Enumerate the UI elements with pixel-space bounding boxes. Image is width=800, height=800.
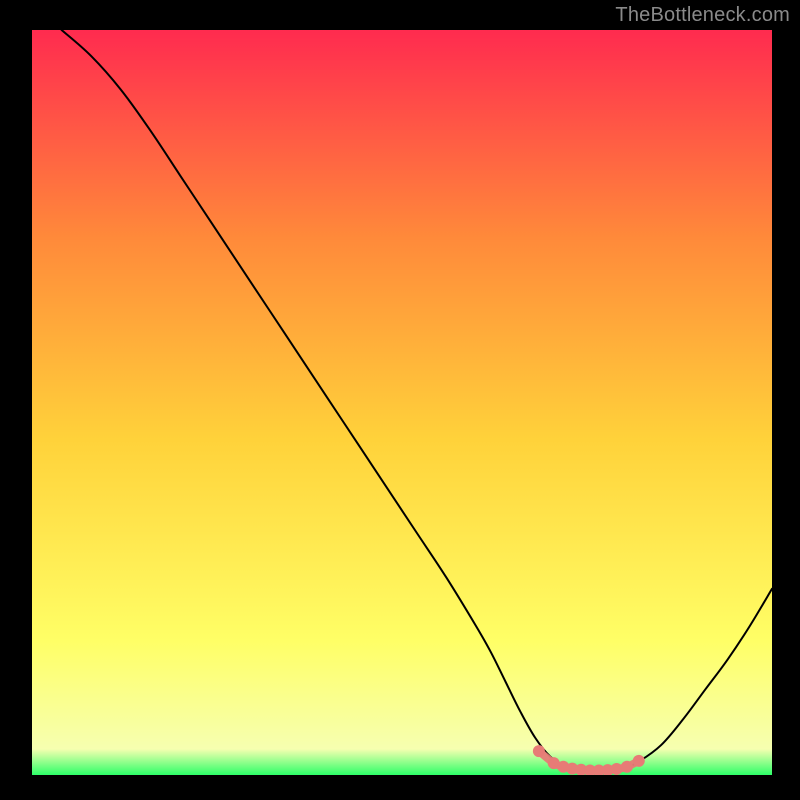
chart-plot <box>32 30 772 775</box>
gradient-background <box>32 30 772 775</box>
trough-dot <box>611 763 623 775</box>
trough-dot <box>621 761 633 773</box>
chart-container: TheBottleneck.com <box>0 0 800 800</box>
trough-dot <box>633 755 645 767</box>
trough-dot <box>533 745 545 757</box>
watermark-text: TheBottleneck.com <box>615 4 790 27</box>
